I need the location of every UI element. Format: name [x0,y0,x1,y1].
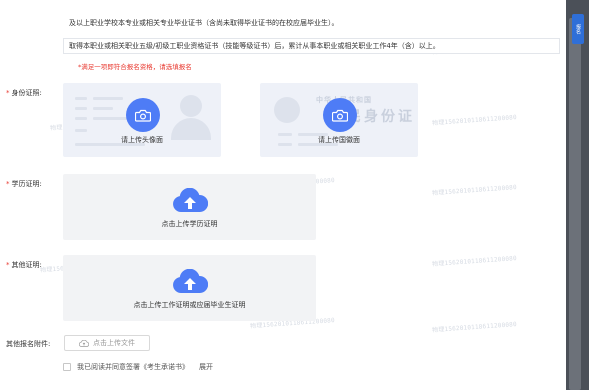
eligibility-warning: *满足一项即符合报名资格，请选填报名 [78,63,192,71]
required-mark: * [6,261,10,269]
camera-icon[interactable] [126,98,160,132]
cloud-upload-icon [172,268,208,295]
id-front-caption: 请上传头像面 [121,136,163,144]
other-proof-label: * 其他证明: [6,260,42,270]
cloud-upload-icon [172,187,208,214]
portrait-placeholder [180,95,202,117]
card-placeholder-line [75,117,87,120]
emblem-placeholder [274,97,300,123]
agreement-text: 我已阅读并同意签署《考生承诺书》 [77,363,189,371]
side-tab[interactable]: 报名 [572,14,584,44]
other-proof-upload[interactable]: 点击上传工作证明或应届毕业生证明 [63,255,316,321]
education-caption: 点击上传学历证明 [161,220,218,228]
card-placeholder-line [75,97,87,100]
id-back-caption: 请上传国徽面 [318,136,360,144]
card-placeholder-line [75,129,87,132]
education-upload[interactable]: 点击上传学历证明 [63,174,316,240]
cloud-upload-small-icon [79,339,89,347]
card-placeholder-line [75,107,87,110]
card-placeholder-line [93,97,123,100]
watermark: 物理1562010118611200080 [431,255,518,268]
watermark: 物理1562010118611200080 [431,321,518,334]
scrollbar-thumb[interactable] [569,18,581,390]
agreement-row: 我已阅读并同意签署《考生承诺书》 展开 [63,362,213,372]
condition-option-1[interactable]: 及以上职业学校本专业或相关专业毕业证书（含尚未取得毕业证书的在校应届毕业生）。 [63,15,560,31]
camera-icon[interactable] [323,98,357,132]
upload-file-button[interactable]: 点击上传文件 [64,335,150,351]
other-proof-label-text: 其他证明: [11,261,42,269]
registration-form: 物理1562010118611200080 物理1562010118611200… [0,0,566,390]
attachments-label: 其他报名附件: [6,340,51,348]
other-proof-caption: 点击上传工作证明或应届毕业生证明 [133,301,246,309]
watermark: 物理1562010118611200080 [431,114,518,127]
id-back-upload[interactable]: 中华人民共和国 居民身份证 请上传国徽面 [260,83,418,157]
condition-option-2[interactable]: 取得本职业或相关职业五级/初级工职业资格证书（技能等级证书）后，累计从事本职业或… [63,38,560,54]
education-label-text: 学历证明: [11,180,42,188]
card-placeholder-line [93,107,113,110]
id-photo-label-text: 身份证照: [11,89,42,97]
education-label: * 学历证明: [6,179,42,189]
required-mark: * [6,180,10,188]
required-mark: * [6,89,10,97]
agreement-checkbox[interactable] [63,363,71,371]
id-front-upload[interactable]: 请上传头像面 [63,83,221,157]
expand-link[interactable]: 展开 [199,362,213,372]
upload-file-button-label: 点击上传文件 [93,339,135,347]
watermark: 物理1562010118611200080 [431,184,518,197]
id-photo-label: * 身份证照: [6,88,42,98]
